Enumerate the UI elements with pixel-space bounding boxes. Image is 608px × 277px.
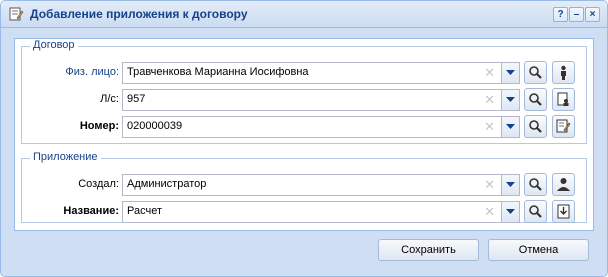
search-icon bbox=[529, 66, 542, 79]
search-icon bbox=[529, 205, 542, 218]
search-icon bbox=[529, 178, 542, 191]
dialog-body: Договор Физ. лицо: Травченкова Марианна … bbox=[8, 32, 600, 268]
chevron-down-icon bbox=[506, 182, 515, 187]
help-button[interactable]: ? bbox=[553, 7, 568, 22]
name-search-button[interactable] bbox=[524, 200, 547, 223]
dropdown-trigger[interactable] bbox=[501, 90, 519, 110]
person-label[interactable]: Физ. лицо: bbox=[9, 66, 119, 78]
clear-icon[interactable]: ✕ bbox=[484, 65, 495, 81]
person-icon bbox=[561, 65, 566, 80]
contract-legend: Договор bbox=[30, 39, 78, 51]
account-label: Л/с: bbox=[100, 93, 119, 105]
user-icon bbox=[557, 178, 570, 191]
account-card-button[interactable] bbox=[552, 88, 575, 111]
download-icon bbox=[557, 204, 570, 219]
dropdown-trigger[interactable] bbox=[501, 117, 519, 137]
cancel-button[interactable]: Отмена bbox=[488, 239, 589, 261]
created-by-search-button[interactable] bbox=[524, 173, 547, 196]
account-combo[interactable]: 957 ✕ bbox=[122, 89, 520, 111]
chevron-down-icon bbox=[506, 97, 515, 102]
number-label: Номер: bbox=[79, 120, 119, 132]
number-value: 020000039 bbox=[127, 120, 183, 132]
attachment-legend: Приложение bbox=[30, 151, 101, 163]
dropdown-trigger[interactable] bbox=[501, 175, 519, 195]
search-icon bbox=[529, 120, 542, 133]
attachment-fieldset: Приложение Создал: Администратор ✕ Назва… bbox=[21, 151, 587, 223]
name-label: Название: bbox=[63, 205, 119, 217]
chevron-down-icon bbox=[506, 209, 515, 214]
edit-document-icon bbox=[556, 119, 571, 133]
dropdown-trigger[interactable] bbox=[501, 202, 519, 222]
window-title: Добавление приложения к договору bbox=[30, 7, 248, 21]
form-panel: Договор Физ. лицо: Травченкова Марианна … bbox=[14, 38, 594, 231]
number-search-button[interactable] bbox=[524, 115, 547, 138]
created-by-value: Администратор bbox=[127, 178, 207, 190]
number-combo[interactable]: 020000039 ✕ bbox=[122, 116, 520, 138]
person-combo[interactable]: Травченкова Марианна Иосифовна ✕ bbox=[122, 62, 520, 84]
chevron-down-icon bbox=[506, 124, 515, 129]
account-value: 957 bbox=[127, 93, 146, 105]
number-edit-button[interactable] bbox=[552, 115, 575, 138]
name-combo[interactable]: Расчет ✕ bbox=[122, 201, 520, 223]
clear-icon[interactable]: ✕ bbox=[484, 204, 495, 220]
account-card-icon bbox=[557, 92, 569, 106]
created-by-user-button[interactable] bbox=[552, 173, 575, 196]
chevron-down-icon bbox=[506, 70, 515, 75]
created-by-combo[interactable]: Администратор ✕ bbox=[122, 174, 520, 196]
close-icon: × bbox=[589, 9, 596, 20]
clear-icon[interactable]: ✕ bbox=[484, 92, 495, 108]
edit-document-icon bbox=[9, 7, 24, 21]
person-card-button[interactable] bbox=[552, 61, 575, 84]
person-value: Травченкова Марианна Иосифовна bbox=[127, 66, 309, 78]
account-search-button[interactable] bbox=[524, 88, 547, 111]
contract-fieldset: Договор Физ. лицо: Травченкова Марианна … bbox=[21, 39, 587, 144]
title-bar[interactable]: Добавление приложения к договору ? – × bbox=[1, 1, 607, 28]
created-by-label: Создал: bbox=[78, 178, 119, 190]
dropdown-trigger[interactable] bbox=[501, 63, 519, 83]
help-icon: ? bbox=[557, 9, 564, 20]
dialog-window: Добавление приложения к договору ? – × Д… bbox=[0, 0, 608, 277]
clear-icon[interactable]: ✕ bbox=[484, 119, 495, 135]
close-button[interactable]: × bbox=[585, 7, 600, 22]
save-button[interactable]: Сохранить bbox=[378, 239, 479, 261]
person-search-button[interactable] bbox=[524, 61, 547, 84]
name-value: Расчет bbox=[127, 205, 162, 217]
minimize-button[interactable]: – bbox=[569, 7, 584, 22]
search-icon bbox=[529, 93, 542, 106]
name-download-button[interactable] bbox=[552, 200, 575, 223]
clear-icon[interactable]: ✕ bbox=[484, 177, 495, 193]
minimize-icon: – bbox=[573, 9, 580, 20]
